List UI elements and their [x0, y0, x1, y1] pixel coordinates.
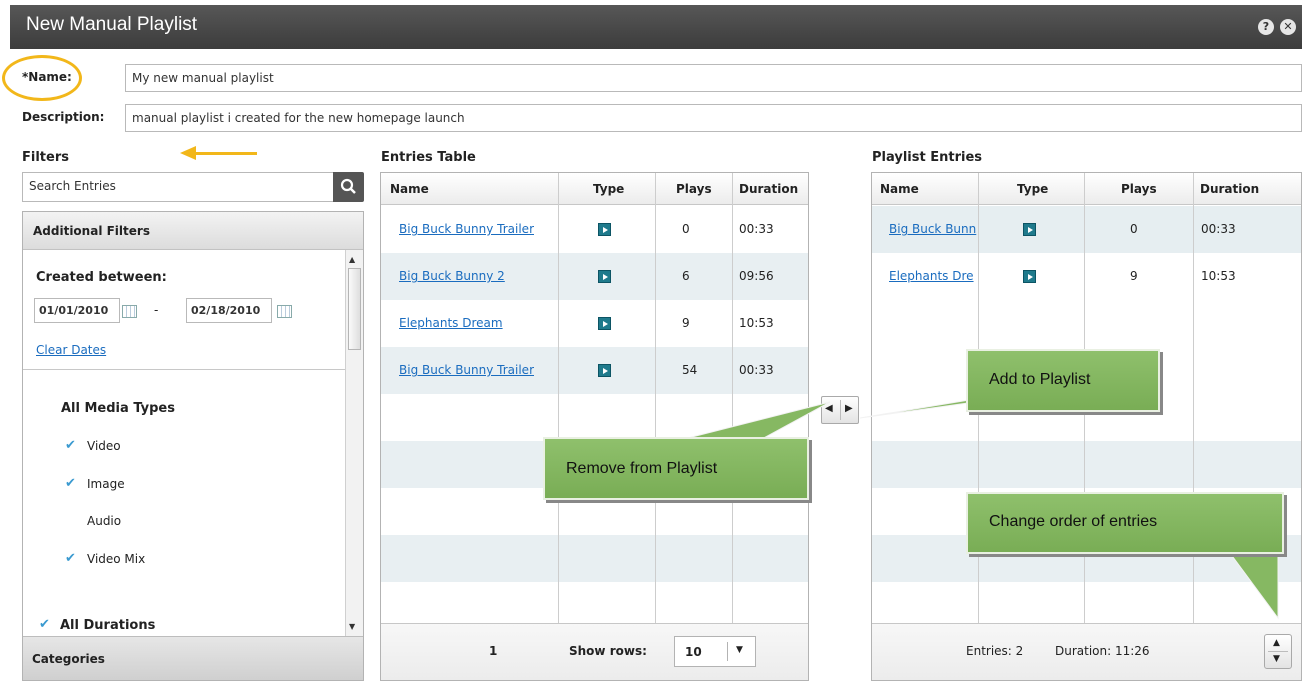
- callout-text: Add to Playlist: [989, 371, 1091, 388]
- remove-from-playlist-callout: Remove from Playlist: [543, 437, 809, 500]
- order-callout-pointer: [1229, 552, 1279, 620]
- change-order-callout: Change order of entries: [966, 492, 1284, 554]
- add-to-playlist-callout: Add to Playlist: [966, 349, 1160, 412]
- callout-text: Change order of entries: [989, 513, 1158, 530]
- callout-pointers: [679, 389, 1279, 620]
- callout-text: Remove from Playlist: [566, 460, 718, 477]
- remove-callout-pointer: [679, 401, 831, 441]
